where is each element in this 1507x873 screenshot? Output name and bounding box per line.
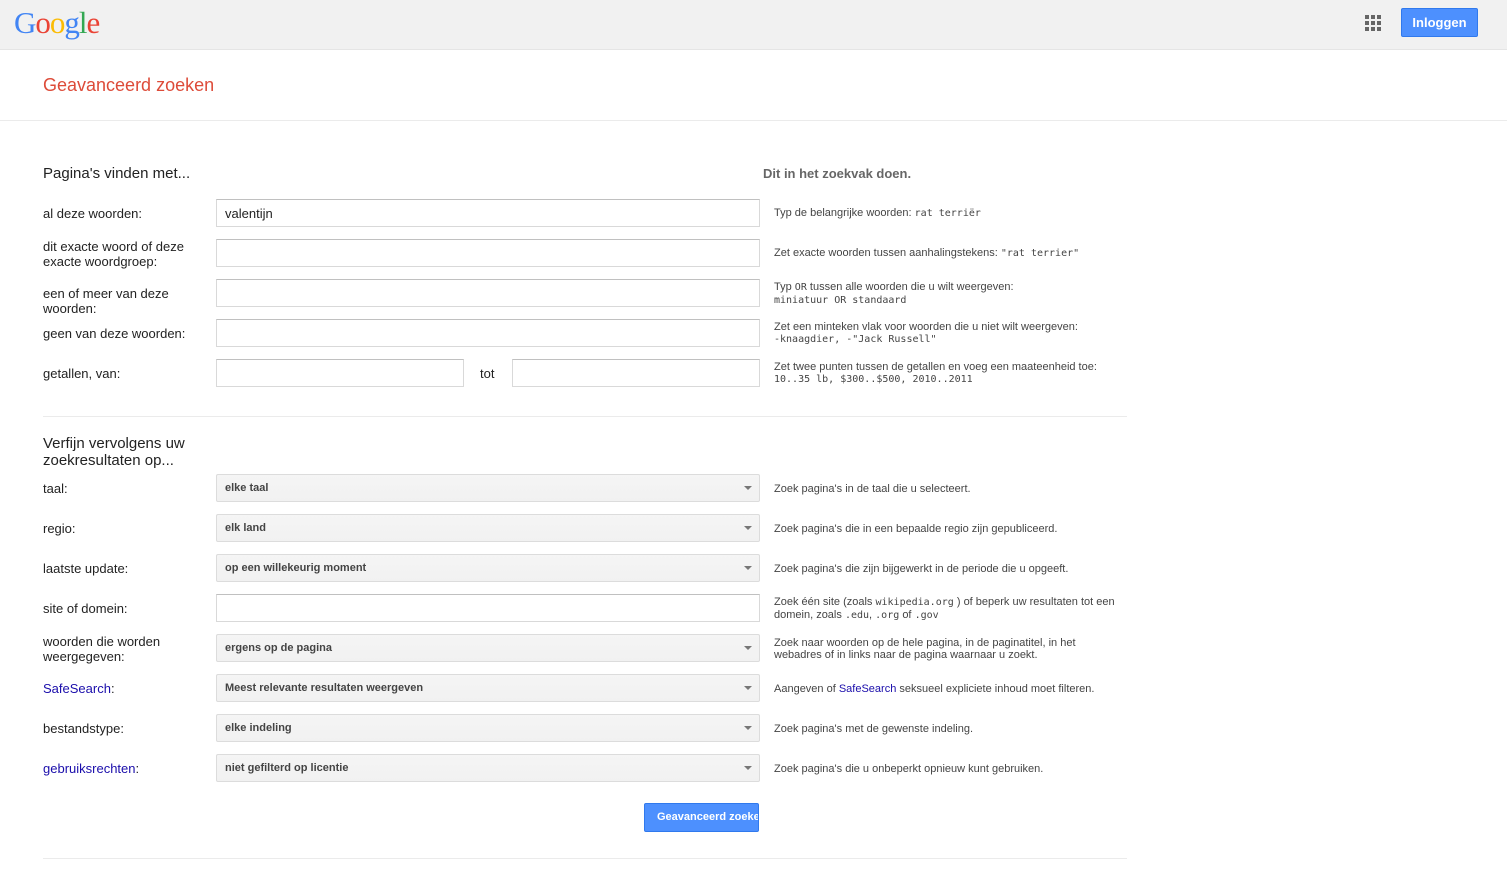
site-input[interactable] [216,594,760,622]
filetype-hint: Zoek pagina's met de gewenste indeling. [774,723,974,735]
dropdown-arrow-icon [744,486,752,490]
safesearch-hint: Aangeven of SafeSearch seksueel explicie… [774,683,1095,695]
dropdown-arrow-icon [744,766,752,770]
usage-rights-hint: Zoek pagina's die u onbeperkt opnieuw ku… [774,763,1044,775]
usage-rights-link[interactable]: gebruiksrechten [43,761,136,776]
last-update-select[interactable]: op een willekeurig moment [216,554,760,582]
region-label: regio: [43,521,76,536]
any-words-label: een of meer van deze woorden: [43,286,169,316]
region-hint: Zoek pagina's die in een bepaalde regio … [774,523,1058,535]
numbers-label: getallen, van: [43,366,121,381]
all-words-input[interactable] [216,199,760,227]
logo-letter: l [78,5,88,40]
refine-heading: Verfijn vervolgens uw zoekresultaten op.… [43,435,185,469]
numbers-hint: Zet twee punten tussen de getallen en vo… [774,361,1097,385]
none-words-hint: Zet een minteken vlak voor woorden die u… [774,321,1078,345]
dropdown-arrow-icon [744,646,752,650]
title-bar: Geavanceerd zoeken [0,50,1507,121]
language-hint: Zoek pagina's in de taal die u selecteer… [774,483,971,495]
site-hint: Zoek één site (zoals wikipedia.org ) of … [774,596,1115,621]
none-words-input[interactable] [216,319,760,347]
filetype-select[interactable]: elke indeling [216,714,760,742]
numbers-to-label: tot [480,366,495,381]
last-update-label: laatste update: [43,561,129,576]
page-title: Geavanceerd zoeken [43,75,215,95]
logo-letter: g [64,5,79,40]
usage-rights-select[interactable]: niet gefilterd op licentie [216,754,760,782]
language-select[interactable]: elke taal [216,474,760,502]
dropdown-arrow-icon [744,526,752,530]
apps-grid-icon[interactable] [1365,15,1381,31]
safesearch-link[interactable]: SafeSearch [43,681,111,696]
region-select[interactable]: elk land [216,514,760,542]
advanced-search-button[interactable]: Geavanceerd zoeken [644,803,759,832]
safesearch-hint-link[interactable]: SafeSearch [839,683,896,695]
site-label: site of domein: [43,601,128,616]
dropdown-arrow-icon [744,726,752,730]
dropdown-arrow-icon [744,566,752,570]
terms-appearing-hint: Zoek naar woorden op de hele pagina, in … [774,637,1076,661]
none-words-label: geen van deze woorden: [43,326,186,341]
last-update-hint: Zoek pagina's die zijn bijgewerkt in de … [774,563,1069,575]
logo-letter: o [35,5,50,40]
numbers-from-input[interactable] [216,359,464,387]
safesearch-label: SafeSearch: [43,681,115,696]
signin-button[interactable]: Inloggen [1401,8,1478,37]
search-box-heading: Dit in het zoekvak doen. [763,166,912,181]
exact-phrase-label: dit exacte woord of deze exacte woordgro… [43,239,184,269]
find-pages-heading: Pagina's vinden met... [43,165,191,182]
logo-letter: o [49,5,65,40]
safesearch-select[interactable]: Meest relevante resultaten weergeven [216,674,760,702]
exact-phrase-hint: Zet exacte woorden tussen aanhalingsteke… [774,247,1080,259]
logo-letter: e [86,5,101,40]
all-words-hint: Typ de belangrijke woorden: rat terriër [774,207,981,219]
dropdown-arrow-icon [744,686,752,690]
any-words-hint: Typ OR tussen alle woorden die u wilt we… [774,281,1014,306]
section-divider [43,416,1127,417]
terms-appearing-label: woorden die worden weergegeven: [43,634,161,664]
google-logo[interactable]: Google [14,4,101,42]
language-label: taal: [43,481,68,496]
any-words-input[interactable] [216,279,760,307]
bottom-divider [43,858,1127,859]
exact-phrase-input[interactable] [216,239,760,267]
top-bar: Google Inloggen [0,0,1507,50]
filetype-label: bestandstype: [43,721,124,736]
numbers-to-input[interactable] [512,359,760,387]
terms-appearing-select[interactable]: ergens op de pagina [216,634,760,662]
logo-letter: G [14,5,36,40]
usage-rights-label: gebruiksrechten: [43,761,140,776]
all-words-label: al deze woorden: [43,206,143,221]
